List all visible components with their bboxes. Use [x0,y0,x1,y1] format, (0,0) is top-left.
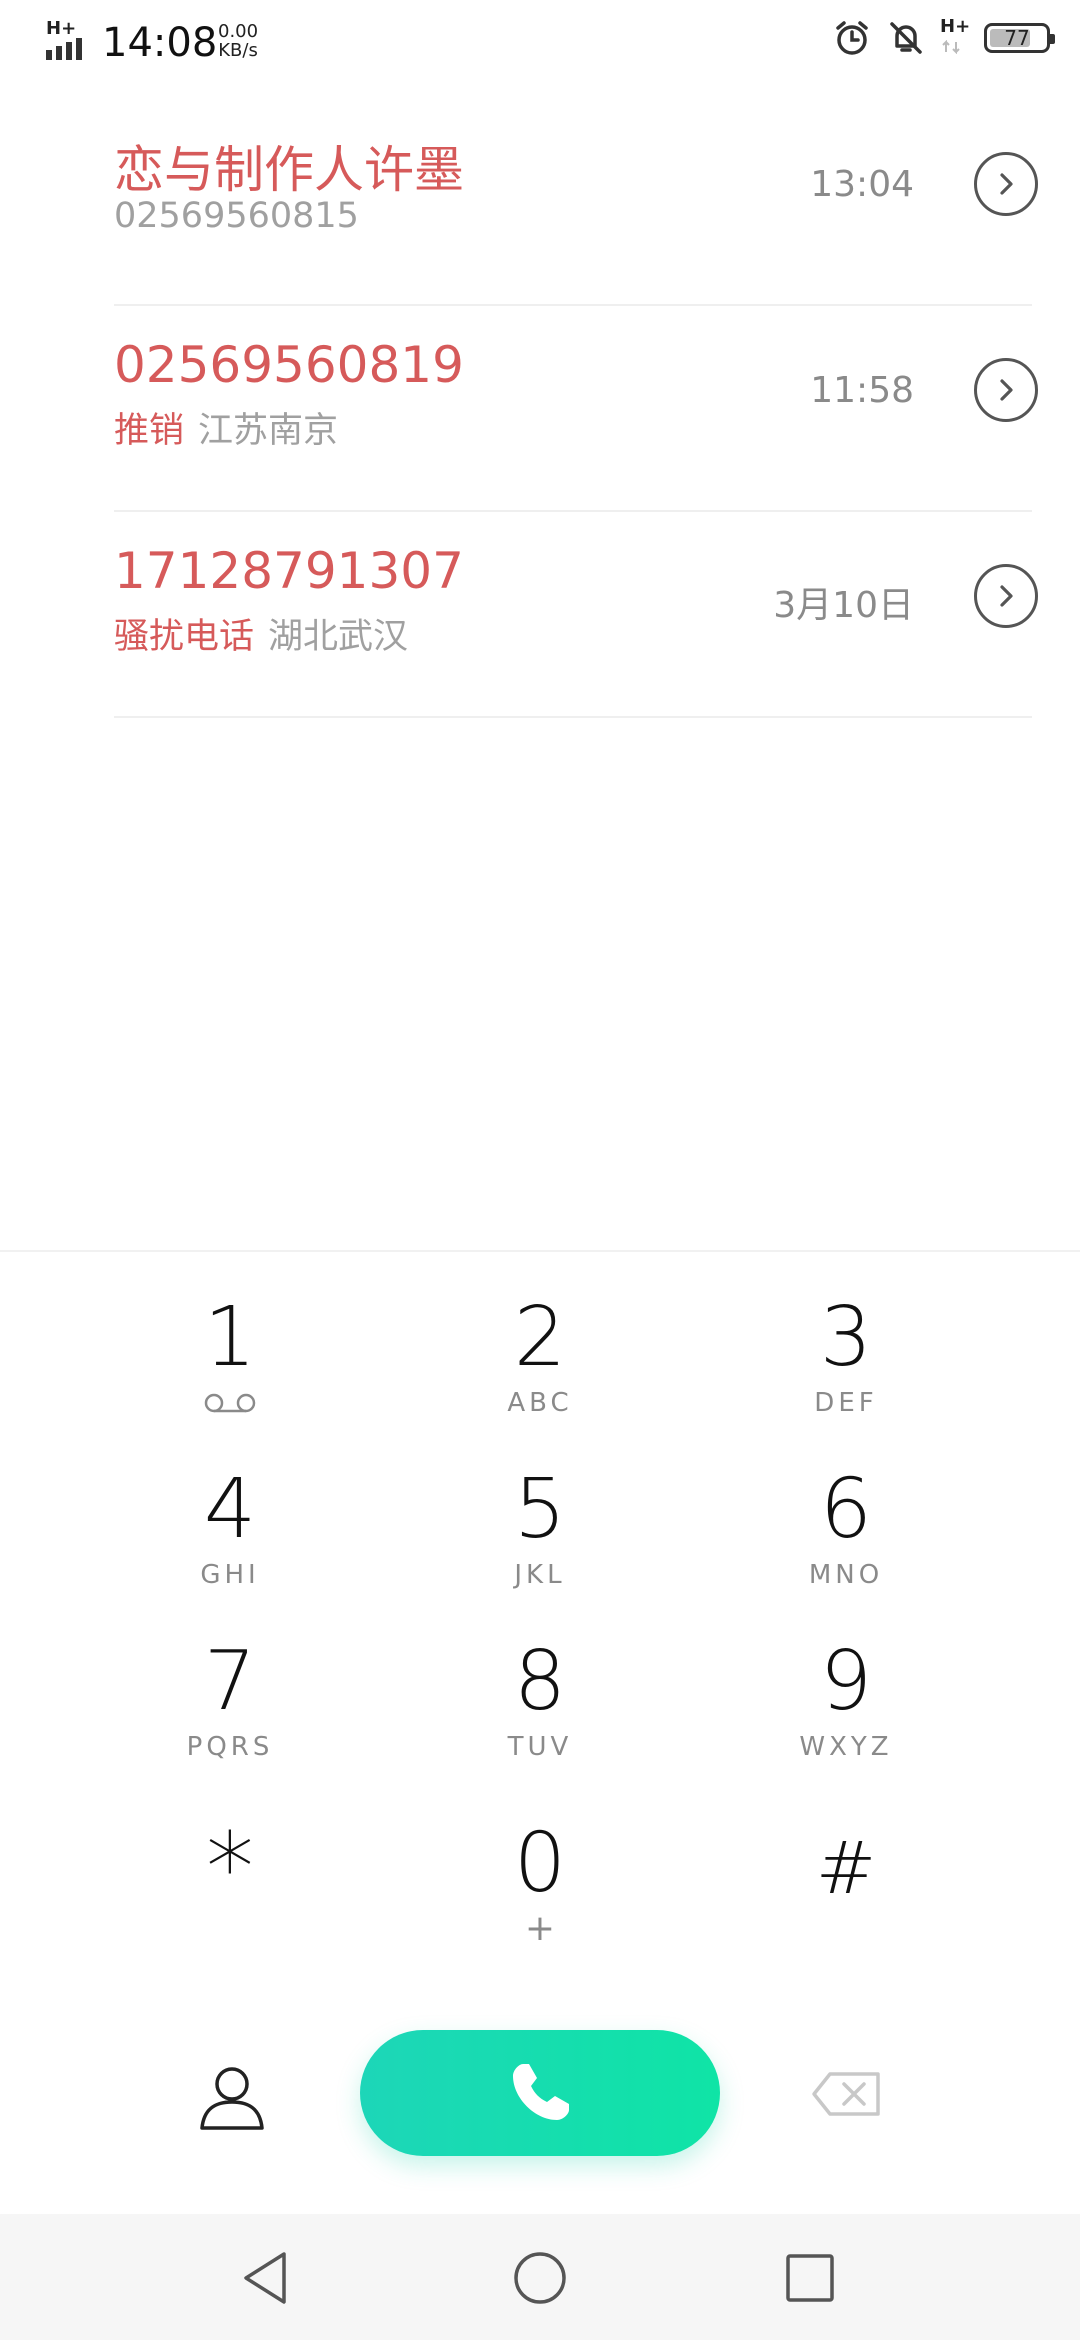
chevron-right-icon [1000,379,1013,401]
battery-level: 77 [1004,26,1030,50]
battery-icon: 77 [984,23,1055,53]
key-letters: GHI [200,1560,260,1590]
backspace-icon [812,2072,880,2116]
dialpad-key-3[interactable]: 3 DEF [716,1290,976,1450]
navigation-bar [0,2214,1080,2340]
contacts-button[interactable] [196,2060,268,2132]
key-digit: 1 [203,1290,257,1385]
dialpad-key-1[interactable]: 1 [100,1290,360,1450]
key-digit: 5 [513,1462,567,1557]
caller-location: 江苏南京 [198,411,339,451]
key-digit: 2 [513,1290,567,1385]
caller-name: 恋与制作人许墨 [114,141,464,199]
key-letters: ABC [507,1388,573,1418]
dialpad-key-9[interactable]: 9 WXYZ [716,1634,976,1794]
call-details-button[interactable] [974,152,1038,216]
dialpad-key-6[interactable]: 6 MNO [716,1462,976,1622]
call-details-button[interactable] [974,358,1038,422]
dialpad-divider [0,1250,1080,1252]
nav-back-button[interactable] [236,2248,296,2308]
caller-detail: 02569560815 [114,196,359,236]
dialpad-key-2[interactable]: 2 ABC [410,1290,670,1450]
key-digit: 0 [513,1816,567,1911]
dialpad-key-8[interactable]: 8 TUV [410,1634,670,1794]
voicemail-icon [204,1393,256,1413]
nav-home-button[interactable] [510,2248,570,2308]
key-digit: 3 [819,1290,873,1385]
contacts-icon [200,2067,264,2130]
call-log-row[interactable]: 恋与制作人许墨 02569560815 13:04 [0,100,1080,306]
key-digit: 4 [203,1462,257,1557]
status-time: 14:08 [102,20,218,66]
call-time: 13:04 [810,164,914,205]
caller-info: 推销 江苏南京 [114,402,338,453]
dialpad-key-hash[interactable]: # [716,1820,976,1980]
bell-off-icon [890,22,922,54]
key-digit: 8 [513,1634,567,1729]
backspace-button[interactable] [810,2070,882,2118]
home-icon [514,2252,566,2304]
caller-name: 02569560819 [114,336,464,394]
key-letters: WXYZ [799,1732,893,1762]
signal-icon [46,38,82,60]
key-letters: + [524,1908,556,1949]
call-log: 恋与制作人许墨 02569560815 13:04 02569560819 推销… [0,100,1080,718]
network-type-left: H+ [46,18,77,39]
chevron-right-icon [1000,173,1013,195]
call-details-button[interactable] [974,564,1038,628]
key-letters: DEF [814,1388,878,1418]
caller-location: 湖北武汉 [268,617,409,657]
recents-icon [786,2254,834,2302]
key-letters: MNO [808,1560,884,1590]
dial-call-button[interactable] [360,2030,720,2156]
call-time: 11:58 [810,370,914,411]
dialpad-key-0[interactable]: 0 + [410,1816,670,1976]
chevron-right-icon [1000,585,1013,607]
phone-icon [513,2064,569,2120]
key-digit: * [206,1812,254,1924]
back-icon [244,2252,286,2304]
alarm-icon [836,21,868,55]
caller-name: 17128791307 [114,542,464,600]
signal-left: H+ [46,20,90,64]
data-arrows-icon [942,40,960,54]
speed-unit: KB/s [218,40,258,61]
key-digit: 7 [203,1634,257,1729]
row-divider [114,716,1032,718]
caller-tag: 骚扰电话 [114,617,255,657]
key-digit: 6 [819,1462,873,1557]
status-right: H+ 77 [832,18,1055,58]
call-log-row[interactable]: 17128791307 骚扰电话 湖北武汉 3月10日 [0,512,1080,718]
key-letters: TUV [507,1732,573,1762]
key-digit: 9 [819,1634,873,1729]
network-speed: 0.00 KB/s [218,22,258,60]
key-digit: # [815,1826,877,1910]
network-type-right-label: H+ [940,16,971,37]
call-log-row[interactable]: 02569560819 推销 江苏南京 11:58 [0,306,1080,512]
dialpad-key-7[interactable]: 7 PQRS [100,1634,360,1794]
key-letters: JKL [514,1560,566,1590]
network-type-right: H+ [940,18,970,58]
speed-value: 0.00 [218,21,259,42]
nav-recents-button[interactable] [780,2248,840,2308]
dialpad-key-5[interactable]: 5 JKL [410,1462,670,1622]
key-letters: PQRS [186,1732,274,1762]
call-time: 3月10日 [773,585,914,626]
status-bar: H+ 14:08 0.00 KB/s H+ 77 [0,0,1080,84]
caller-number: 02569560815 [114,196,359,236]
dialpad-key-star[interactable]: * [100,1820,360,1980]
dialpad-key-4[interactable]: 4 GHI [100,1462,360,1622]
caller-tag: 推销 [114,411,185,451]
caller-info: 骚扰电话 湖北武汉 [114,608,408,659]
